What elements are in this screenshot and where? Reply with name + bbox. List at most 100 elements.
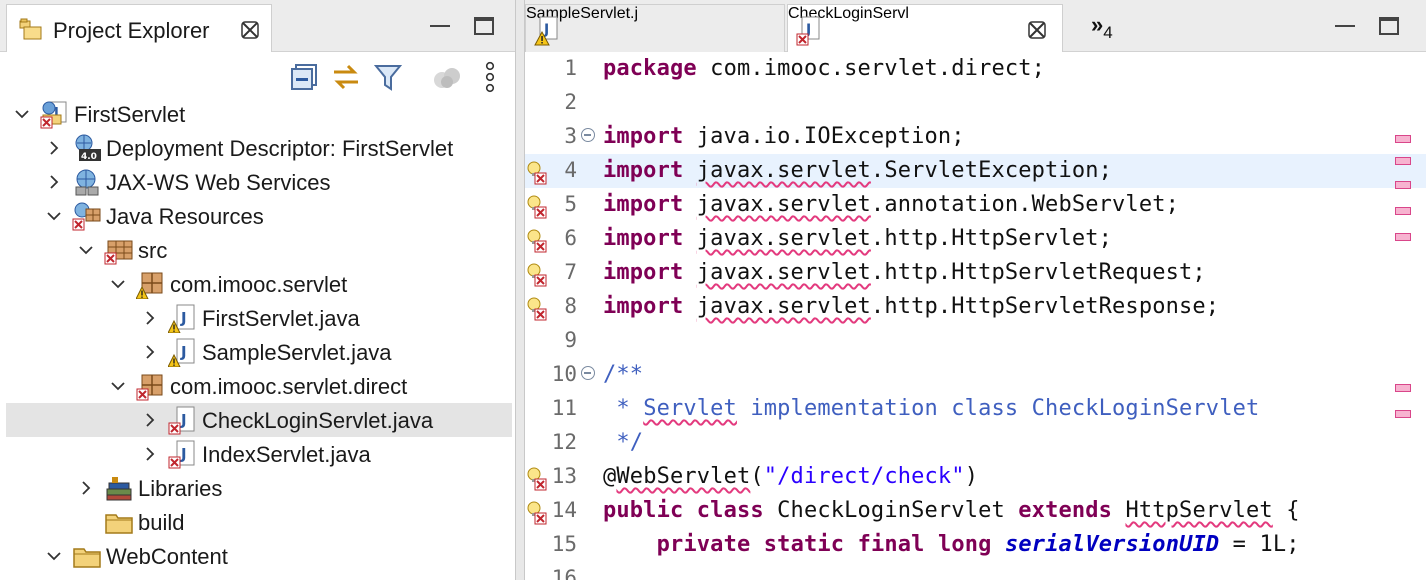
tree-item-label: build [138, 510, 185, 535]
tree-item[interactable]: J IndexServlet.java [6, 437, 512, 471]
close-icon[interactable] [239, 19, 261, 41]
tree-item-label: WebContent [106, 544, 228, 569]
java-file-error-icon: J [796, 15, 822, 52]
project-explorer-tab[interactable]: Project Explorer [6, 4, 272, 52]
tree-item-label: com.imooc.servlet.direct [170, 374, 408, 399]
collapse-all-icon[interactable] [290, 63, 318, 96]
code-line[interactable]: 10 /** [525, 358, 1426, 392]
code-line[interactable]: 8 import javax.servlet.http.HttpServletRe… [525, 290, 1426, 324]
fold-toggle-icon[interactable] [581, 128, 595, 142]
link-with-editor-icon[interactable] [330, 63, 362, 96]
tree-item[interactable]: J FirstServlet.java [6, 301, 512, 335]
tree-item[interactable]: J FirstServlet [6, 97, 512, 131]
code-token: serialVersionUID [1004, 532, 1220, 557]
tree-item[interactable]: J CheckLoginServlet.java [6, 403, 512, 437]
code-line[interactable]: 11 * Servlet implementation class CheckL… [525, 392, 1426, 426]
code-line[interactable]: 14 public class CheckLoginServlet extends… [525, 494, 1426, 528]
tree-item-label: Libraries [138, 476, 223, 501]
tab-overflow-button[interactable]: »4 [1091, 12, 1113, 42]
chevron-right-icon[interactable] [142, 310, 158, 326]
chevron-down-icon[interactable] [46, 208, 62, 224]
svg-text:J: J [180, 343, 187, 361]
chevron-right-icon[interactable] [142, 446, 158, 462]
tree-item[interactable]: com.imooc.servlet [6, 267, 512, 301]
error-annotation-marker[interactable] [1395, 181, 1411, 189]
code-line[interactable]: 3 import java.io.IOException; [525, 120, 1426, 154]
svg-text:4.0: 4.0 [81, 152, 97, 162]
java-editor: J SampleServlet.j J CheckLoginServl »4 1… [524, 0, 1426, 580]
code-line[interactable]: 9 [525, 324, 1426, 358]
line-number: 4 [564, 158, 577, 182]
code-line[interactable]: 16 [525, 562, 1426, 580]
filter-icon[interactable] [373, 63, 403, 96]
minimize-button[interactable] [430, 25, 450, 27]
code-token: import [603, 260, 684, 285]
code-token: private [656, 532, 751, 557]
chevron-down-icon[interactable] [110, 276, 126, 292]
code-line[interactable]: 12 */ [525, 426, 1426, 460]
code-token: import [603, 294, 684, 319]
explorer-toolbar [0, 53, 515, 98]
editor-tab-checkloginservlet[interactable]: J CheckLoginServl [787, 4, 1063, 52]
code-token: * [603, 396, 644, 421]
error-annotation-marker[interactable] [1395, 410, 1411, 418]
line-number: 2 [564, 90, 577, 114]
tree-item[interactable]: WebContent [6, 539, 512, 573]
chevron-right-icon[interactable] [78, 480, 94, 496]
code-token: implementation class CheckLoginServlet [736, 396, 1260, 421]
code-line[interactable]: 15 private static final long serialVersi… [525, 528, 1426, 562]
code-line[interactable]: 13 @WebServlet("/direct/check") [525, 460, 1426, 494]
chevron-down-icon[interactable] [46, 548, 62, 564]
code-token: package [603, 56, 697, 81]
code-text: * Servlet implementation class CheckLogi… [603, 396, 1259, 421]
chevron-right-icon[interactable] [142, 344, 158, 360]
code-token: CheckLoginServlet [763, 498, 1019, 523]
error-annotation-marker[interactable] [1395, 233, 1411, 241]
code-line[interactable]: 7 import javax.servlet.http.HttpServletRe… [525, 256, 1426, 290]
chevron-down-icon[interactable] [78, 242, 94, 258]
code-token: javax.servlet [696, 260, 871, 285]
tree-item[interactable]: JAX-WS Web Services [6, 165, 512, 199]
chevron-down-icon[interactable] [14, 106, 30, 122]
minimize-button[interactable] [1335, 25, 1355, 27]
editor-tab-sampleservlet[interactable]: J SampleServlet.j [525, 4, 785, 52]
chevron-right-icon[interactable] [142, 412, 158, 428]
java-file-warning-icon: J [534, 15, 560, 52]
project-explorer-icon [19, 18, 43, 40]
tree-item[interactable]: build [6, 505, 512, 539]
line-number: 9 [564, 328, 577, 352]
maximize-button[interactable] [1379, 17, 1399, 35]
line-number: 3 [564, 124, 577, 148]
code-line[interactable]: 1 package com.imooc.servlet.direct; [525, 52, 1426, 86]
code-line[interactable]: 2 [525, 86, 1426, 120]
line-number: 10 [551, 362, 577, 386]
error-annotation-marker[interactable] [1395, 384, 1411, 392]
tree-item[interactable]: 4.0 Deployment Descriptor: FirstServlet [6, 131, 512, 165]
code-token: public [603, 498, 684, 523]
code-token: ) [964, 464, 979, 489]
svg-text:J: J [180, 411, 187, 429]
chevron-right-icon[interactable] [46, 140, 62, 156]
error-annotation-marker[interactable] [1395, 135, 1411, 143]
code-line[interactable]: 5 import javax.servlet.annotation.WebServ… [525, 188, 1426, 222]
maximize-button[interactable] [474, 17, 494, 35]
tree-item[interactable]: Java Resources [6, 199, 512, 233]
tree-item[interactable]: J SampleServlet.java [6, 335, 512, 369]
fold-toggle-icon[interactable] [581, 366, 595, 380]
chevron-down-icon[interactable] [110, 378, 126, 394]
line-number: 5 [564, 192, 577, 216]
tree-item[interactable]: src [6, 233, 512, 267]
tree-item[interactable]: com.imooc.servlet.direct [6, 369, 512, 403]
view-menu-icon[interactable] [484, 61, 496, 98]
error-annotation-marker[interactable] [1395, 157, 1411, 165]
chevron-right-icon[interactable] [46, 174, 62, 190]
close-icon[interactable] [1026, 19, 1048, 41]
code-token: javax.servlet [696, 294, 871, 319]
code-line[interactable]: 6 import javax.servlet.http.HttpServlet; [525, 222, 1426, 256]
error-annotation-marker[interactable] [1395, 207, 1411, 215]
code-line[interactable]: 4 import javax.servlet.ServletException; [525, 154, 1426, 188]
tree-item[interactable]: Libraries [6, 471, 512, 505]
java-file-icon: J [168, 439, 198, 469]
